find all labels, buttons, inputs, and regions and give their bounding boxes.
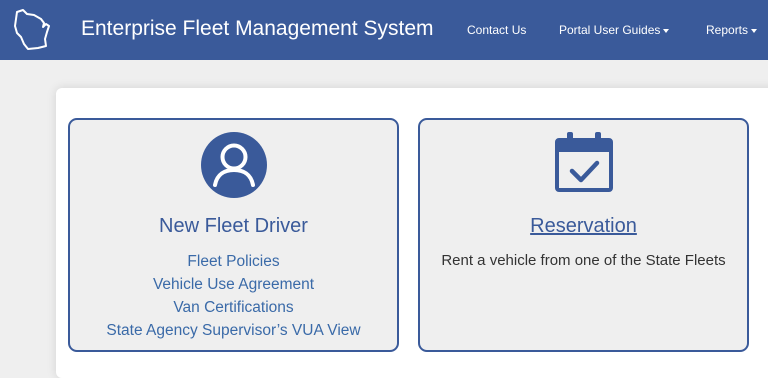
nav-reports-label: Reports (706, 23, 749, 37)
nav-reports[interactable]: Reports (706, 0, 758, 60)
fleet-policies-link[interactable]: Fleet Policies (70, 250, 397, 273)
new-fleet-driver-card: New Fleet Driver Fleet Policies Vehicle … (68, 118, 399, 352)
reservation-description: Rent a vehicle from one of the State Fle… (441, 252, 726, 269)
reservation-card: Reservation Rent a vehicle from one of t… (418, 118, 749, 352)
vehicle-use-agreement-link[interactable]: Vehicle Use Agreement (70, 273, 397, 296)
caret-down-icon (663, 28, 670, 33)
supervisor-vua-view-link[interactable]: State Agency Supervisor’s VUA View (70, 319, 397, 342)
driver-links: Fleet Policies Vehicle Use Agreement Van… (70, 250, 397, 342)
van-certifications-link[interactable]: Van Certifications (70, 296, 397, 319)
nav-contact-us-label: Contact Us (467, 23, 527, 37)
nav-contact-us[interactable]: Contact Us (467, 0, 526, 60)
new-fleet-driver-title: New Fleet Driver (159, 215, 308, 237)
calendar-check-icon (554, 132, 613, 192)
top-navbar: Enterprise Fleet Management System Conta… (0, 0, 768, 60)
caret-down-icon (751, 28, 758, 33)
app-title[interactable]: Enterprise Fleet Management System (81, 0, 434, 60)
user-avatar-icon (200, 132, 267, 198)
reservation-title-link[interactable]: Reservation (420, 215, 747, 238)
wisconsin-state-outline-icon[interactable] (8, 6, 56, 54)
nav-portal-user-guides-label: Portal User Guides (559, 23, 661, 37)
nav-portal-user-guides[interactable]: Portal User Guides (559, 0, 670, 60)
